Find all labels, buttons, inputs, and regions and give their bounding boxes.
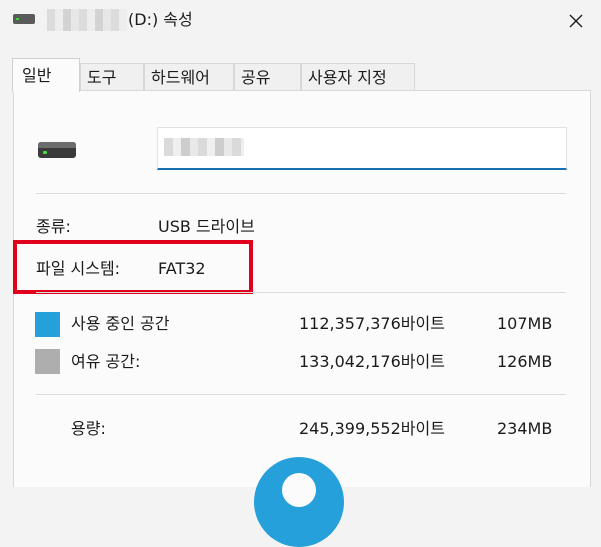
usage-donut-chart bbox=[254, 457, 344, 547]
divider-middle bbox=[36, 292, 566, 293]
blurred-drive-name bbox=[47, 9, 127, 31]
used-space-size: 107MB bbox=[497, 314, 553, 333]
tab-hardware[interactable]: 하드웨어 bbox=[144, 63, 234, 91]
close-icon bbox=[569, 14, 583, 28]
usb-drive-icon bbox=[38, 142, 76, 158]
drive-name-input[interactable] bbox=[157, 127, 567, 170]
capacity-size: 234MB bbox=[497, 419, 553, 438]
close-button[interactable] bbox=[556, 5, 596, 37]
tab-sharing[interactable]: 공유 bbox=[234, 63, 301, 91]
used-space-label: 사용 중인 공간 bbox=[71, 314, 170, 333]
type-label: 종류: bbox=[36, 217, 71, 236]
drive-icon bbox=[13, 14, 35, 24]
window-title: (D:) 속성 bbox=[128, 10, 193, 29]
capacity-bytes: 245,399,552바이트 bbox=[299, 419, 445, 438]
free-space-label: 여유 공간: bbox=[71, 352, 141, 371]
title-bar: (D:) 속성 bbox=[0, 0, 601, 42]
used-space-swatch bbox=[35, 312, 60, 337]
used-space-bytes: 112,357,376바이트 bbox=[299, 314, 445, 333]
blurred-drive-name-value bbox=[164, 138, 244, 156]
tab-tools[interactable]: 도구 bbox=[80, 63, 144, 91]
capacity-label: 용량: bbox=[71, 419, 106, 438]
type-value: USB 드라이브 bbox=[158, 217, 255, 236]
highlight-box bbox=[13, 240, 253, 294]
tab-general[interactable]: 일반 bbox=[12, 58, 80, 92]
free-space-size: 126MB bbox=[497, 352, 553, 371]
free-space-swatch bbox=[35, 349, 60, 374]
tab-customize[interactable]: 사용자 지정 bbox=[301, 63, 415, 91]
divider-bottom bbox=[36, 394, 566, 395]
divider-top bbox=[36, 193, 566, 194]
free-space-bytes: 133,042,176바이트 bbox=[299, 352, 445, 371]
